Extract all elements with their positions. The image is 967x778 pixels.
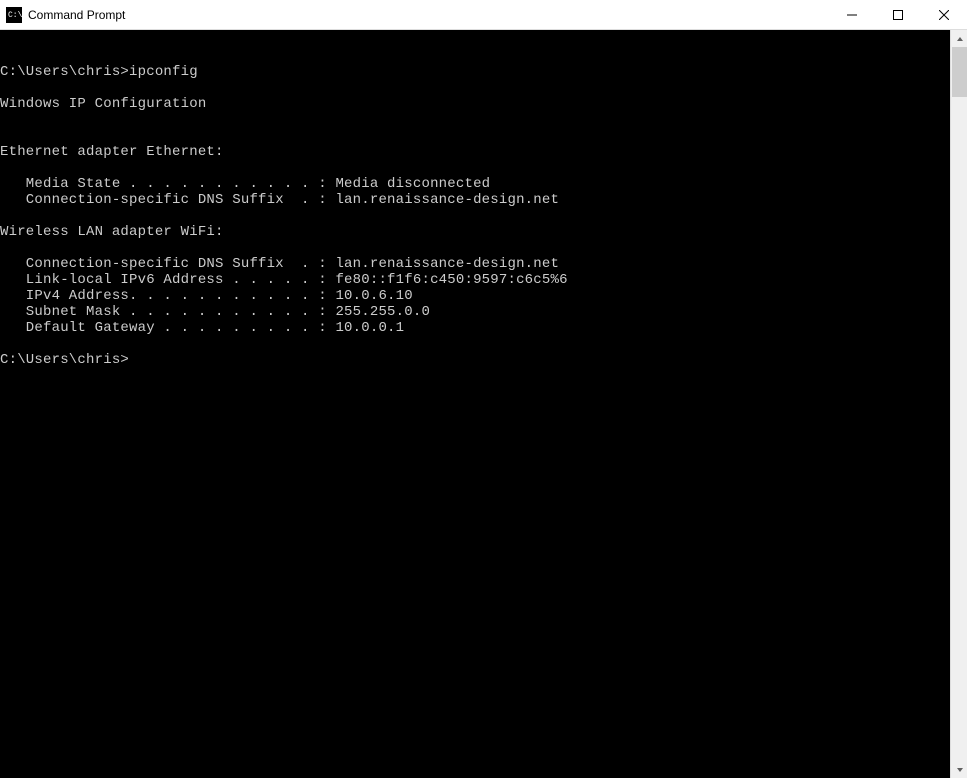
terminal-line: Link-local IPv6 Address . . . . . : fe80…	[0, 272, 950, 288]
terminal-line: C:\Users\chris>	[0, 352, 950, 368]
svg-text:C:\: C:\	[8, 11, 22, 20]
terminal-line: Connection-specific DNS Suffix . : lan.r…	[0, 192, 950, 208]
terminal-line: C:\Users\chris>ipconfig	[0, 64, 950, 80]
terminal-line: Default Gateway . . . . . . . . . : 10.0…	[0, 320, 950, 336]
window-controls	[829, 0, 967, 29]
terminal-area[interactable]: C:\Users\chris>ipconfig Windows IP Config…	[0, 30, 950, 778]
terminal-line	[0, 336, 950, 352]
terminal-line: Connection-specific DNS Suffix . : lan.r…	[0, 256, 950, 272]
terminal-line: Subnet Mask . . . . . . . . . . . : 255.…	[0, 304, 950, 320]
terminal-line	[0, 128, 950, 144]
terminal-line	[0, 208, 950, 224]
terminal-line	[0, 160, 950, 176]
minimize-button[interactable]	[829, 0, 875, 29]
scroll-down-arrow-icon[interactable]	[951, 761, 967, 778]
terminal-line: Media State . . . . . . . . . . . : Medi…	[0, 176, 950, 192]
terminal-line	[0, 80, 950, 96]
scrollbar-thumb[interactable]	[952, 47, 967, 97]
vertical-scrollbar[interactable]	[950, 30, 967, 778]
terminal-line: Wireless LAN adapter WiFi:	[0, 224, 950, 240]
terminal-output: C:\Users\chris>ipconfig Windows IP Config…	[0, 62, 950, 368]
terminal-line: IPv4 Address. . . . . . . . . . . : 10.0…	[0, 288, 950, 304]
scroll-up-arrow-icon[interactable]	[951, 30, 967, 47]
terminal-line: Windows IP Configuration	[0, 96, 950, 112]
titlebar: C:\ Command Prompt	[0, 0, 967, 30]
terminal-line	[0, 112, 950, 128]
terminal-line: Ethernet adapter Ethernet:	[0, 144, 950, 160]
maximize-button[interactable]	[875, 0, 921, 29]
terminal-line	[0, 240, 950, 256]
cmd-icon: C:\	[6, 7, 22, 23]
close-button[interactable]	[921, 0, 967, 29]
window-title: Command Prompt	[28, 8, 829, 22]
